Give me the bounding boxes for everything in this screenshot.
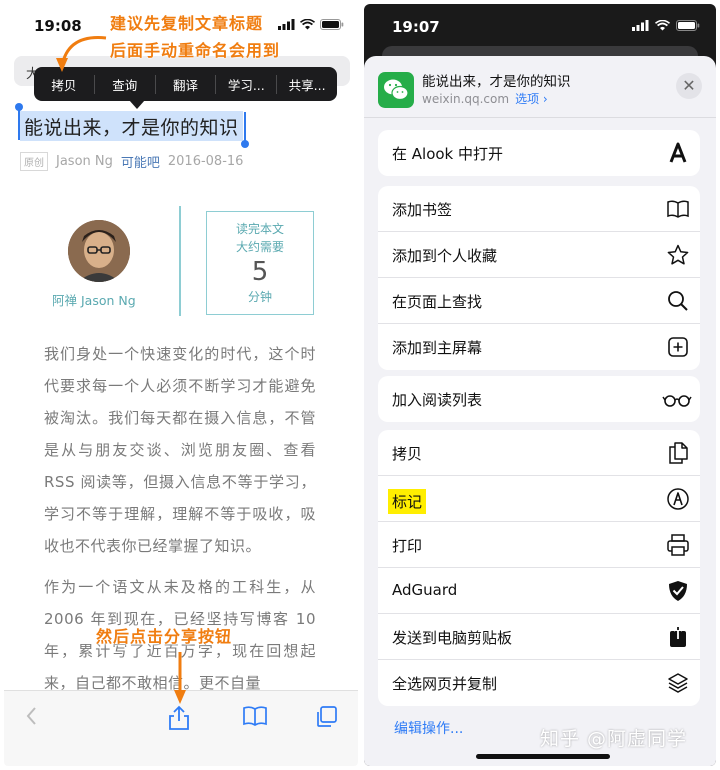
action-adguard[interactable]: AdGuard	[378, 568, 700, 614]
book-icon	[667, 200, 689, 218]
action-label: 加入阅读列表	[392, 391, 483, 409]
share-box-icon	[670, 625, 686, 647]
wifi-icon	[655, 20, 670, 31]
action-send-to-clipboard[interactable]: 发送到电脑剪贴板	[378, 614, 700, 660]
action-select-all-copy[interactable]: 全选网页并复制	[378, 660, 700, 706]
right-phone-screen: 19:07 能说出来，才是你的知识 weixin.qq.com 选项 › ✕ 在…	[364, 4, 716, 766]
close-button[interactable]: ✕	[676, 73, 702, 99]
share-subtitle: weixin.qq.com 选项 ›	[422, 90, 548, 107]
action-add-to-home-screen[interactable]: 添加到主屏幕	[378, 324, 700, 370]
wechat-bubbles-icon	[384, 79, 409, 101]
signal-icon	[632, 20, 649, 31]
wechat-app-icon	[378, 72, 414, 108]
action-label: 添加到主屏幕	[392, 339, 483, 357]
action-group-reading-list: 加入阅读列表	[378, 376, 700, 422]
action-label: 在 Alook 中打开	[392, 145, 504, 163]
share-options-link[interactable]: 选项 ›	[515, 92, 548, 106]
plus-square-icon	[668, 337, 688, 357]
status-time: 19:07	[392, 18, 440, 36]
watermark-credit: 知乎 @阿虚同学	[540, 728, 688, 750]
alook-icon	[669, 142, 687, 163]
copy-icon	[669, 442, 688, 464]
action-label: 拷贝	[392, 445, 423, 463]
home-indicator	[476, 754, 610, 759]
action-markup[interactable]: 标记	[378, 476, 700, 522]
action-copy[interactable]: 拷贝	[378, 430, 700, 476]
glasses-icon	[662, 395, 692, 407]
action-add-reading-list[interactable]: 加入阅读列表	[378, 376, 700, 422]
battery-icon	[676, 20, 700, 31]
action-add-favorites[interactable]: 添加到个人收藏	[378, 232, 700, 278]
action-label: 在页面上查找	[392, 293, 483, 311]
status-icons	[632, 20, 700, 31]
share-title: 能说出来，才是你的知识	[422, 74, 571, 90]
action-group-bookmarks: 添加书签 添加到个人收藏 在页面上查找 添加到主屏幕	[378, 186, 700, 370]
action-label: 发送到电脑剪贴板	[392, 629, 513, 647]
action-label: 添加书签	[392, 201, 453, 219]
action-label: 全选网页并复制	[392, 675, 498, 693]
annotation-arrows	[56, 36, 186, 704]
action-group-tools: 拷贝 标记 打印 AdGuard 发送到电脑剪贴板 全选网页并复制	[378, 430, 700, 706]
left-phone-screen: 19:08 大 能说出来，才是你的知识 拷贝 查询 翻译 学习... 共享...	[4, 4, 358, 766]
action-group-open: 在 Alook 中打开	[378, 130, 700, 176]
action-find-on-page[interactable]: 在页面上查找	[378, 278, 700, 324]
share-sheet: 能说出来，才是你的知识 weixin.qq.com 选项 › ✕ 在 Alook …	[364, 56, 716, 766]
action-label: AdGuard	[392, 581, 458, 599]
edit-actions-link[interactable]: 编辑操作...	[394, 718, 463, 738]
action-label: 添加到个人收藏	[392, 247, 498, 265]
markup-icon	[667, 488, 689, 510]
action-print[interactable]: 打印	[378, 522, 700, 568]
search-icon	[668, 291, 688, 311]
action-label: 打印	[392, 537, 423, 555]
star-icon	[667, 244, 689, 265]
screenshot-composite: 19:08 大 能说出来，才是你的知识 拷贝 查询 翻译 学习... 共享...	[0, 0, 720, 770]
action-label-highlighted: 标记	[388, 489, 427, 514]
share-sheet-header: 能说出来，才是你的知识 weixin.qq.com 选项 › ✕	[364, 56, 716, 118]
printer-icon	[667, 534, 689, 556]
layers-icon	[668, 673, 688, 693]
adguard-icon	[669, 581, 687, 601]
share-domain: weixin.qq.com	[422, 92, 510, 106]
action-open-in-alook[interactable]: 在 Alook 中打开	[378, 130, 700, 176]
action-add-bookmark[interactable]: 添加书签	[378, 186, 700, 232]
